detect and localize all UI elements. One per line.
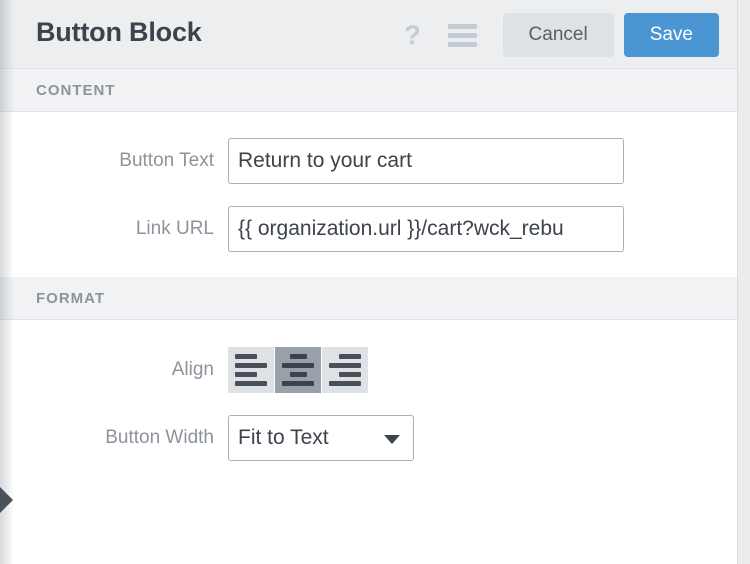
align-bar <box>329 381 361 386</box>
align-bar <box>235 381 267 386</box>
link-url-label: Link URL <box>0 206 228 252</box>
form-row-button-width: Button Width Fit to Text <box>0 415 737 461</box>
page-title: Button Block <box>36 17 202 48</box>
form-row-button-text: Button Text <box>0 138 737 184</box>
panel-header: Button Block ? Cancel Save <box>0 0 737 69</box>
button-block-settings-panel: Button Block ? Cancel Save CONTENT Butto… <box>0 0 738 564</box>
align-bar <box>235 354 257 359</box>
button-text-label: Button Text <box>0 138 228 184</box>
form-row-align: Align <box>0 347 737 393</box>
section-title-content: CONTENT <box>36 82 116 99</box>
align-bar <box>290 372 307 377</box>
resize-triangle-icon[interactable] <box>0 487 13 513</box>
form-row-link-url: Link URL <box>0 206 737 252</box>
align-bar <box>290 354 307 359</box>
header-actions: ? Cancel Save <box>398 13 719 57</box>
question-mark-icon[interactable]: ? <box>398 14 428 56</box>
align-right-icon-button[interactable] <box>322 347 368 393</box>
align-bar <box>235 372 257 377</box>
align-bar <box>282 363 314 368</box>
cancel-button[interactable]: Cancel <box>503 13 614 57</box>
button-width-label: Button Width <box>0 415 228 461</box>
button-width-select-value[interactable]: Fit to Text <box>228 415 414 461</box>
align-left-icon-button[interactable] <box>228 347 274 393</box>
section-header-format: FORMAT <box>0 277 737 320</box>
hamburger-bar <box>448 33 477 38</box>
align-bar <box>339 372 361 377</box>
button-width-select[interactable]: Fit to Text <box>228 415 414 461</box>
align-label: Align <box>0 347 228 393</box>
button-text-input[interactable] <box>228 138 624 184</box>
hamburger-bar <box>448 24 477 29</box>
link-url-input[interactable] <box>228 206 624 252</box>
align-bar <box>329 363 361 368</box>
content-section-body: Button Text Link URL <box>0 112 737 277</box>
section-title-format: FORMAT <box>36 290 105 307</box>
hamburger-bar <box>448 42 477 47</box>
section-header-content: CONTENT <box>0 69 737 112</box>
align-segmented-control <box>228 347 368 393</box>
align-bar <box>339 354 361 359</box>
align-bar <box>235 363 267 368</box>
format-section-body: Align <box>0 320 737 461</box>
hamburger-menu-icon[interactable] <box>448 14 478 56</box>
align-bar <box>282 381 314 386</box>
align-center-icon-button[interactable] <box>275 347 321 393</box>
save-button[interactable]: Save <box>624 13 719 57</box>
